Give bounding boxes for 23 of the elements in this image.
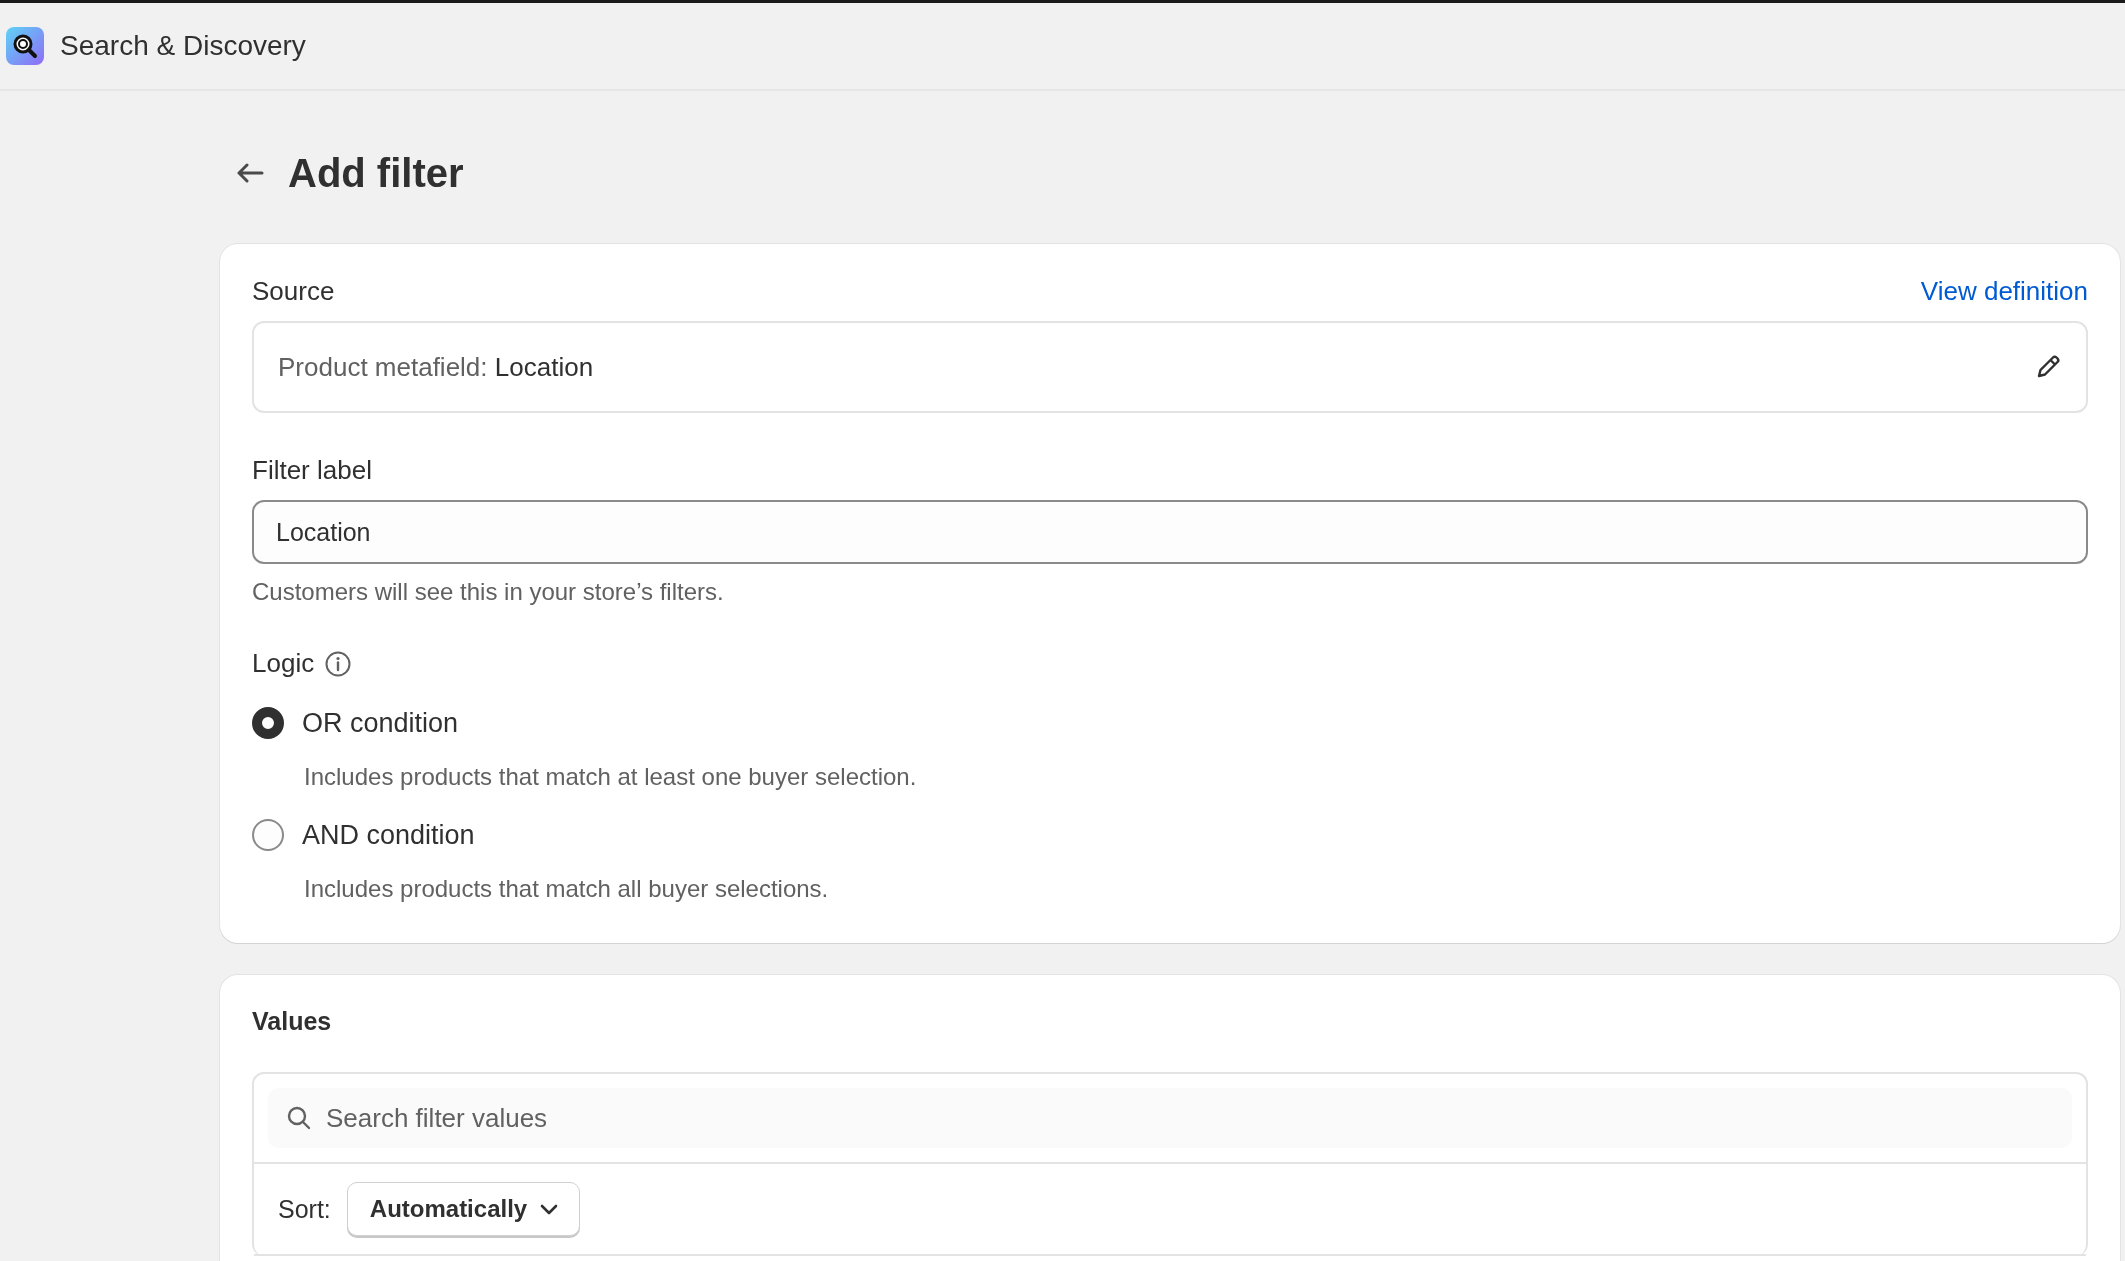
view-definition-link[interactable]: View definition bbox=[1920, 276, 2088, 307]
arrow-left-icon bbox=[236, 162, 264, 184]
option-description: Includes products that match at least one buyer selection. bbox=[304, 763, 918, 791]
radio-button[interactable] bbox=[252, 707, 284, 739]
source-field[interactable]: Product metafield: Location bbox=[252, 321, 2088, 413]
info-icon[interactable] bbox=[324, 649, 353, 678]
filter-label-help-text: Customers will see this in your store’s filters. bbox=[252, 578, 725, 606]
chevron-down-icon bbox=[539, 1202, 560, 1216]
source-label: Source bbox=[252, 276, 335, 307]
page-title: Add filter bbox=[288, 150, 464, 196]
app-logo-icon bbox=[6, 27, 44, 65]
values-title: Values bbox=[252, 1007, 333, 1036]
option-description: Includes products that match all buyer selections. bbox=[304, 875, 830, 903]
sort-label: Sort: bbox=[278, 1194, 331, 1224]
app-title: Search & Discovery bbox=[60, 30, 306, 62]
filter-label-label: Filter label bbox=[252, 455, 372, 485]
radio-button[interactable] bbox=[252, 819, 284, 851]
logic-label: Logic bbox=[252, 648, 315, 679]
sort-dropdown[interactable]: Automatically bbox=[346, 1182, 581, 1236]
radio-option-label: OR condition bbox=[302, 707, 459, 739]
search-field[interactable]: Search filter values bbox=[268, 1088, 2072, 1148]
radio-option-label: AND condition bbox=[302, 819, 475, 851]
filter-label-input[interactable]: Location bbox=[252, 500, 2088, 564]
